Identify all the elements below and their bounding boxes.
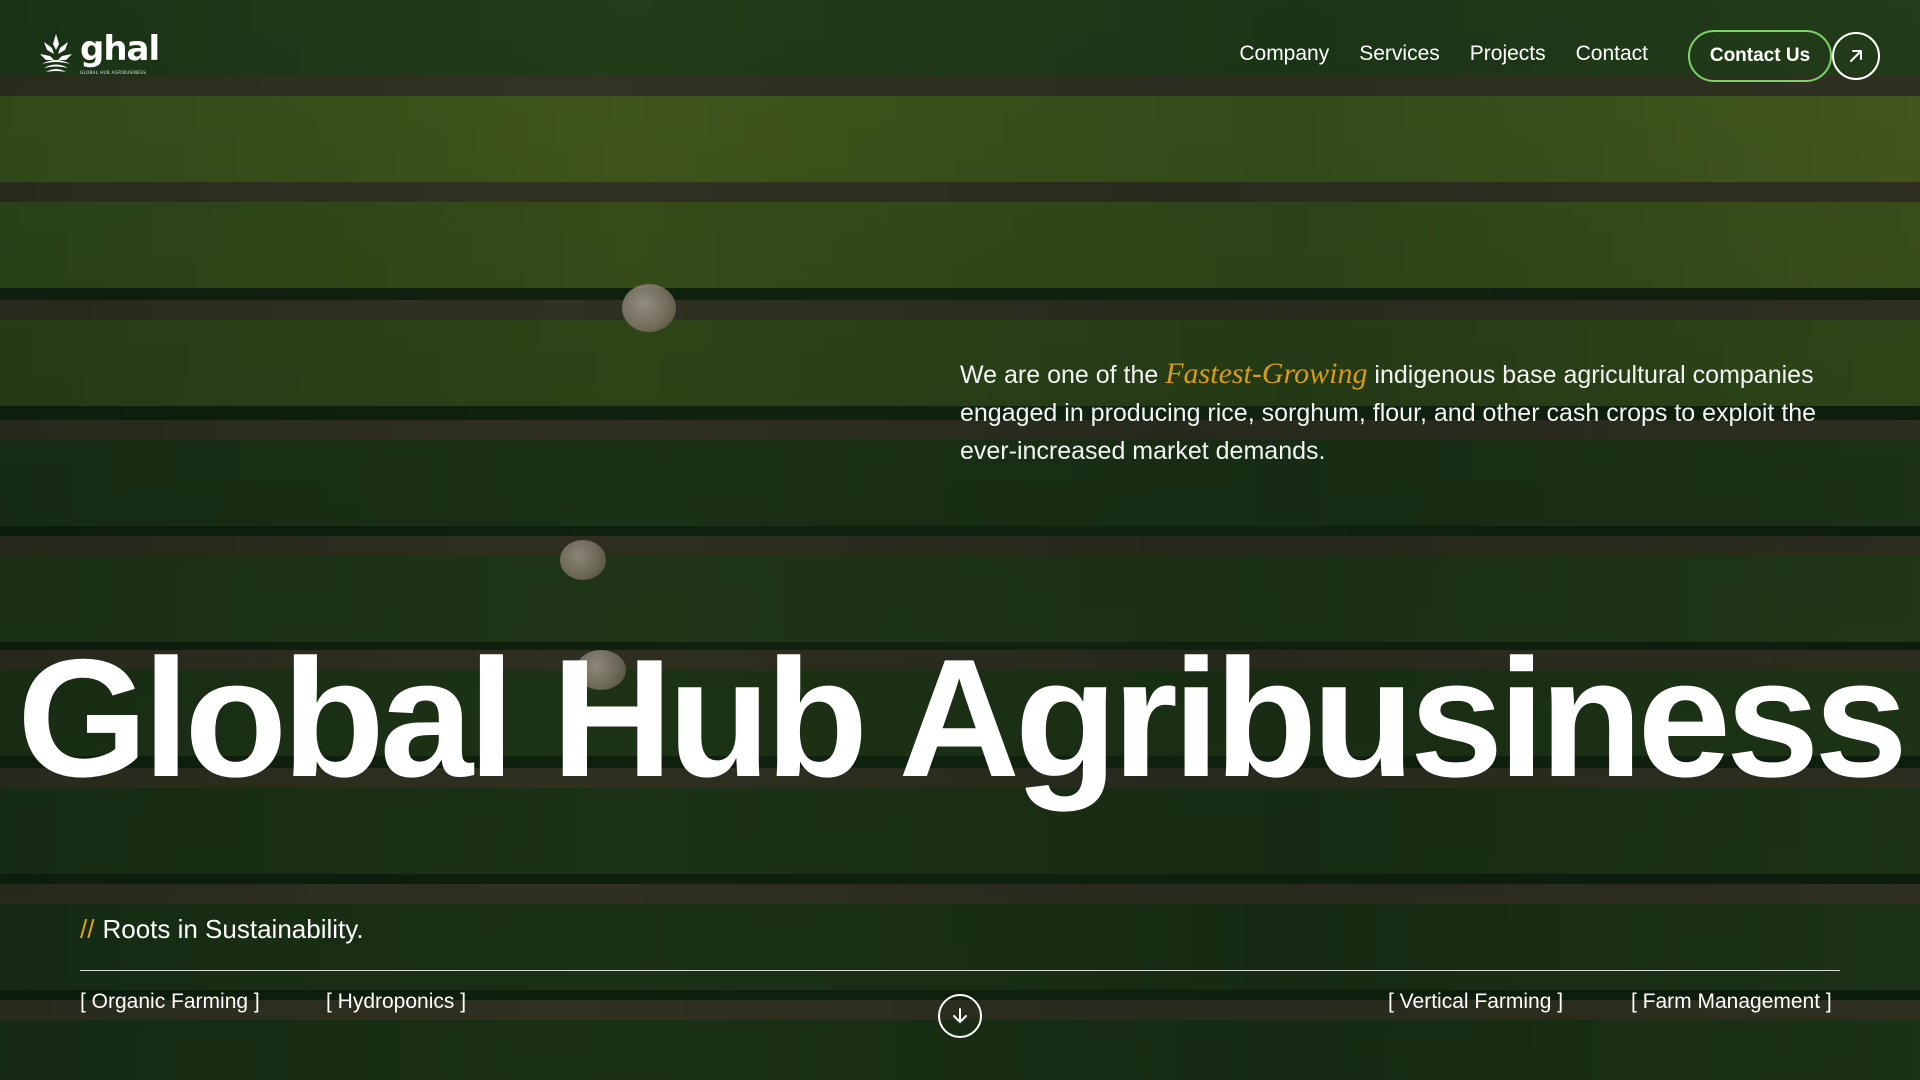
intro-paragraph: We are one of the Fastest-Growing indige…	[960, 355, 1820, 470]
tagline-text: Roots in Sustainability.	[102, 914, 364, 944]
brand-logo[interactable]: ghal GLOBAL HUB AGRIBUSINESS	[38, 29, 160, 76]
nav-link-contact[interactable]: Contact	[1576, 40, 1648, 68]
service-hydroponics[interactable]: [ Hydroponics ]	[326, 990, 466, 1014]
arrow-up-right-icon	[1850, 50, 1862, 62]
nav-link-services[interactable]: Services	[1359, 40, 1440, 68]
brand-name: ghal	[80, 29, 160, 69]
sustainability-tagline: //Roots in Sustainability.	[80, 914, 364, 945]
bottom-divider	[80, 970, 1840, 971]
contact-us-button[interactable]: Contact Us	[1688, 30, 1832, 82]
hero-title: Global Hub Agribusiness	[17, 623, 1908, 812]
contact-arrow-button[interactable]	[1832, 32, 1880, 80]
leaf-logo-icon	[40, 34, 72, 72]
service-farm-management[interactable]: [ Farm Management ]	[1631, 990, 1832, 1014]
brand-tagline: GLOBAL HUB AGRIBUSINESS	[80, 70, 147, 75]
main-navigation: Company Services Projects Contact	[1239, 40, 1648, 68]
scroll-down-button[interactable]	[938, 994, 982, 1038]
service-organic-farming[interactable]: [ Organic Farming ]	[80, 990, 260, 1014]
nav-link-company[interactable]: Company	[1239, 40, 1329, 68]
hero-section: ghal GLOBAL HUB AGRIBUSINESS Company Ser…	[0, 0, 1920, 1080]
intro-highlight: Fastest-Growing	[1165, 357, 1368, 390]
intro-text-start: We are one of the	[960, 361, 1166, 389]
nav-link-projects[interactable]: Projects	[1470, 40, 1546, 68]
arrow-down-icon	[953, 1008, 967, 1023]
service-vertical-farming[interactable]: [ Vertical Farming ]	[1388, 990, 1563, 1014]
tagline-slashes: //	[80, 914, 95, 944]
